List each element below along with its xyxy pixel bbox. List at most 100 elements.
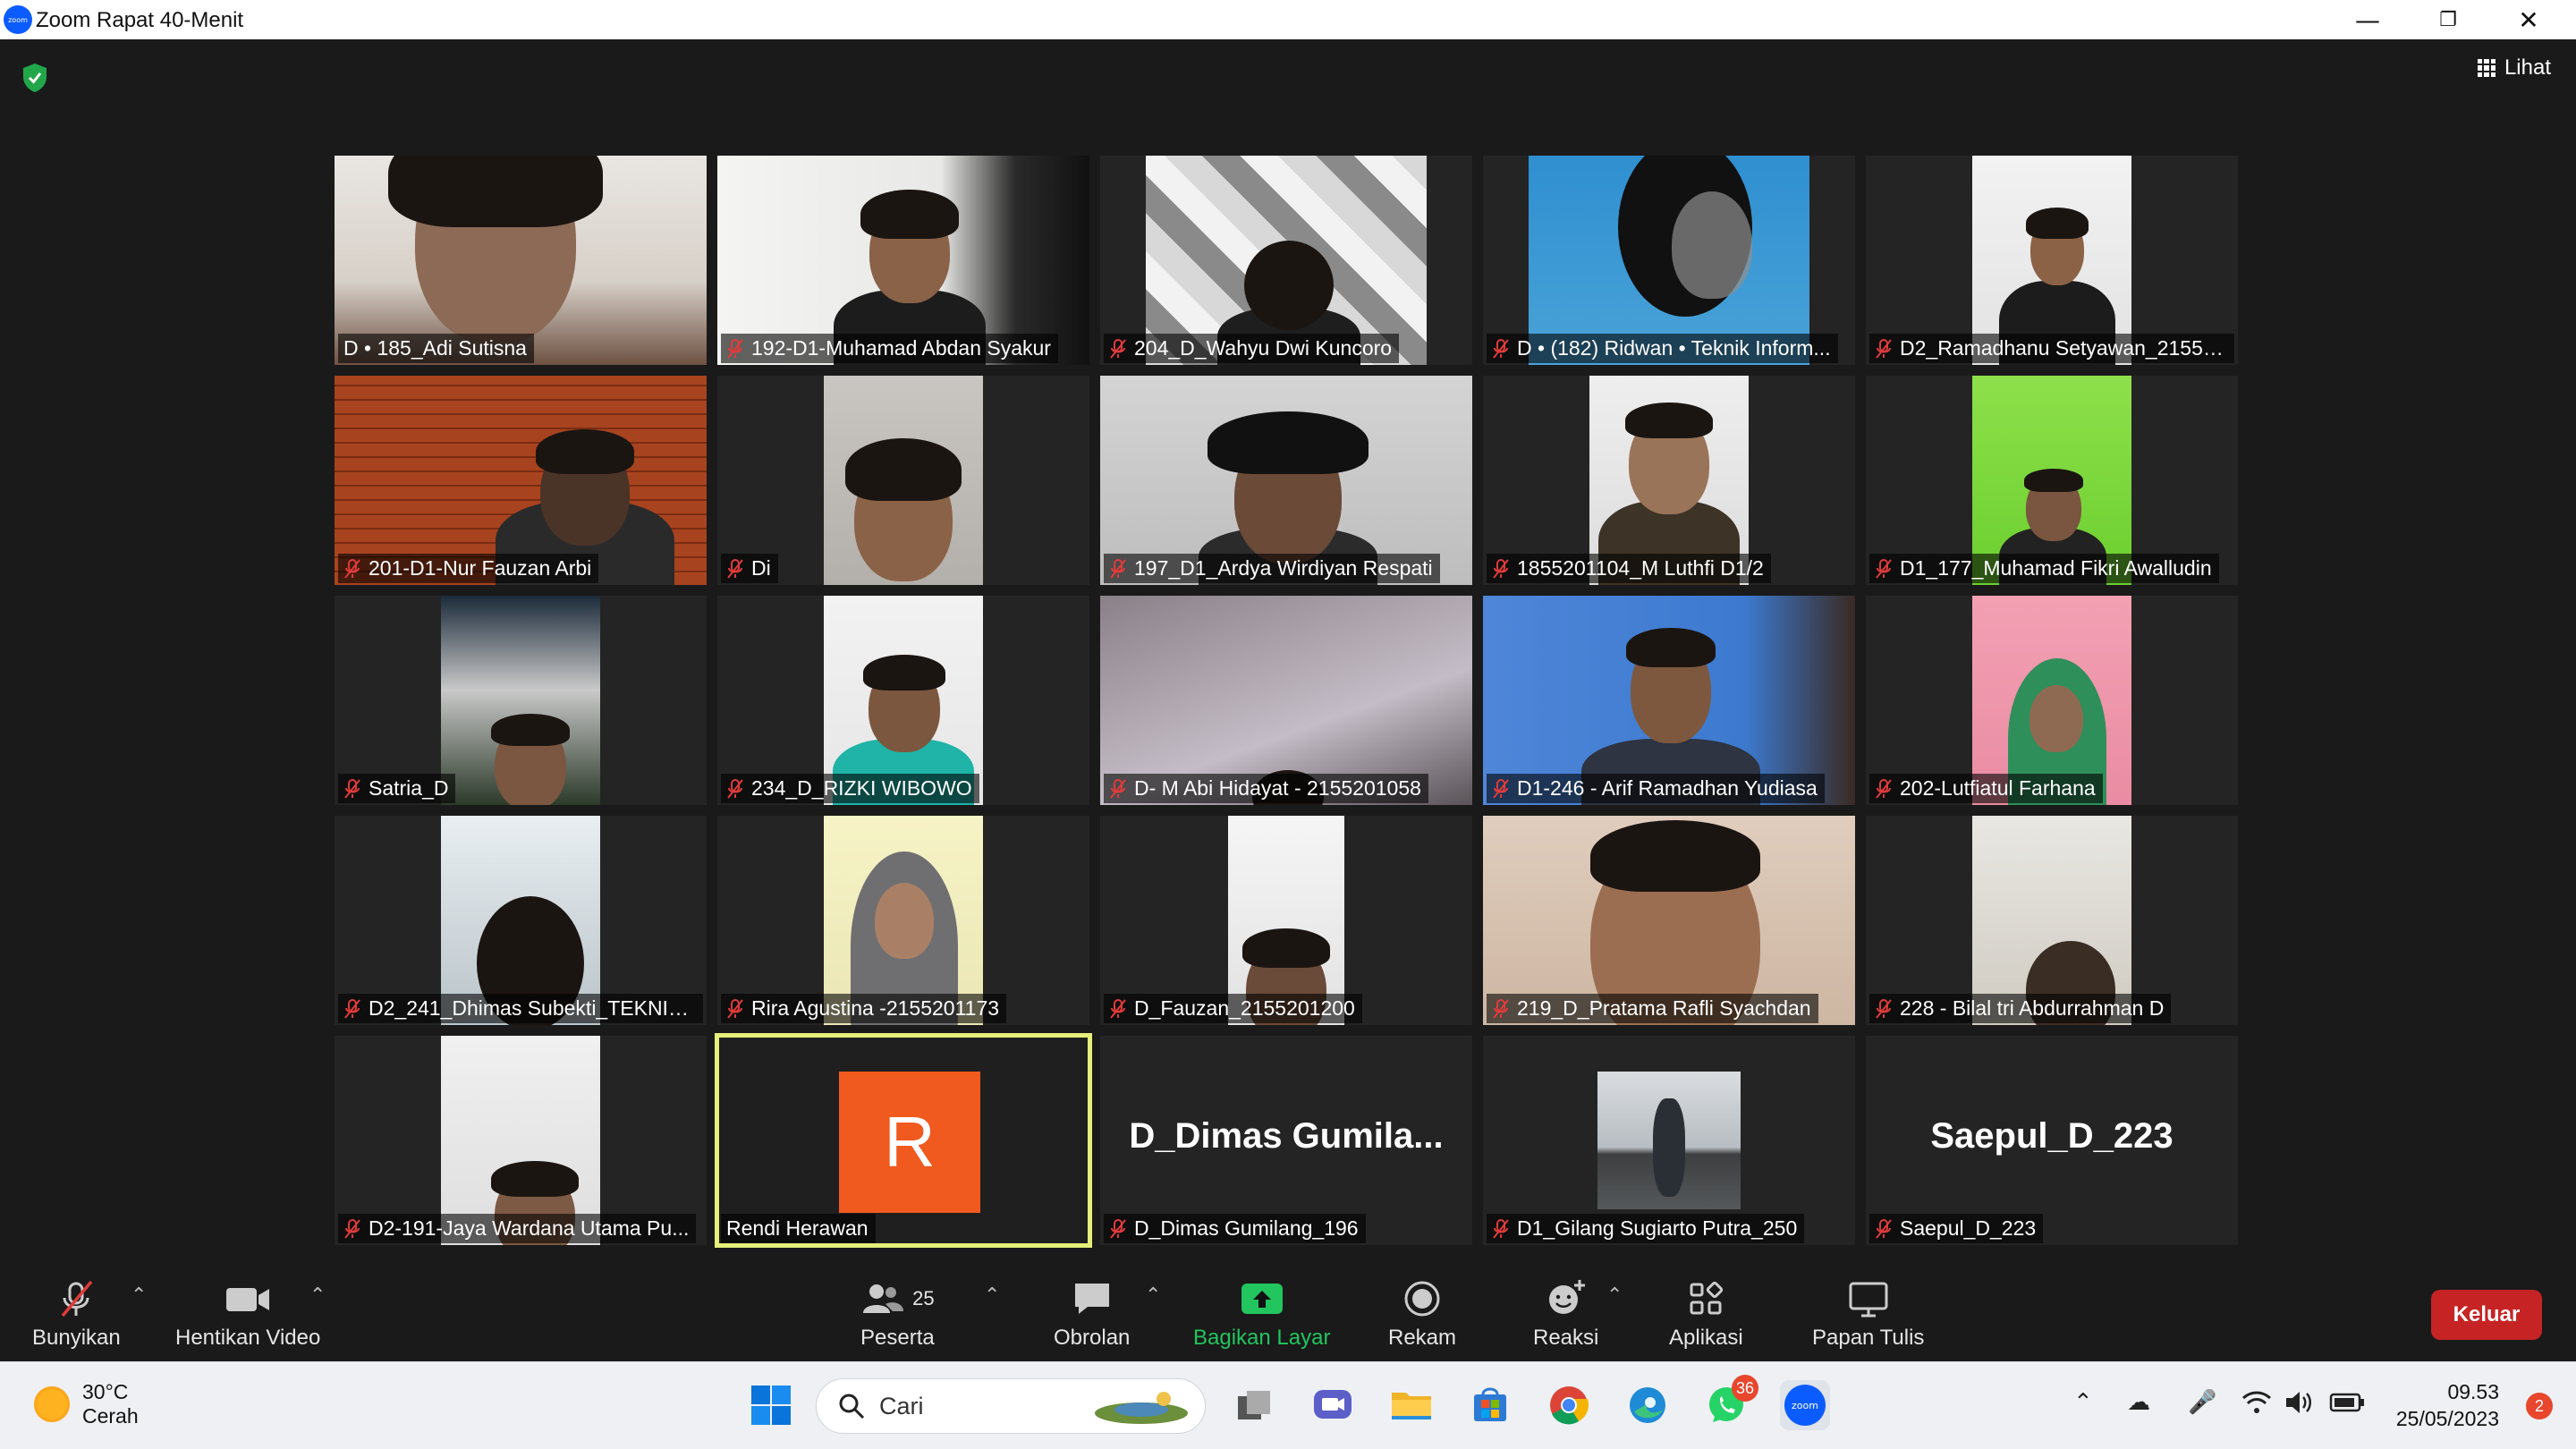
whatsapp-button[interactable]: 36 bbox=[1701, 1375, 1758, 1430]
participant-tile[interactable]: Rira Agustina -2155201173 bbox=[717, 816, 1089, 1025]
participant-name: D- M Abi Hidayat - 2155201058 bbox=[1134, 776, 1421, 800]
participant-nameplate: D • 185_Adi Sutisna bbox=[338, 334, 534, 363]
participant-name: D2_Ramadhanu Setyawan_21552... bbox=[1900, 336, 2227, 360]
chat-options-chevron-icon[interactable]: ⌃ bbox=[1145, 1284, 1161, 1307]
muted-mic-icon bbox=[727, 338, 743, 359]
folder-icon bbox=[1392, 1393, 1431, 1419]
system-clock[interactable]: 09.53 25/05/2023 bbox=[2396, 1378, 2499, 1432]
participant-tile[interactable]: 1855201104_M Luthfi D1/2 bbox=[1483, 376, 1855, 585]
microsoft-store-button[interactable] bbox=[1465, 1380, 1515, 1430]
record-button[interactable]: Rekam bbox=[1388, 1274, 1456, 1351]
participant-tile[interactable]: D- M Abi Hidayat - 2155201058 bbox=[1100, 596, 1472, 805]
participant-tile[interactable]: Saepul_D_223 Saepul_D_223 bbox=[1866, 1036, 2238, 1245]
participant-name: 197_D1_Ardya Wirdiyan Respati bbox=[1134, 556, 1433, 580]
chrome-icon bbox=[1550, 1386, 1589, 1425]
participant-tile[interactable]: D1_177_Muhamad Fikri Awalludin bbox=[1866, 376, 2238, 585]
windows-taskbar: 30°C Cerah Cari 36 zoom ⌃ ☁ 🎤 09.53 25/0… bbox=[0, 1361, 2576, 1449]
search-highlight-icon bbox=[1095, 1392, 1188, 1424]
audio-options-chevron-icon[interactable]: ⌃ bbox=[131, 1284, 147, 1307]
participant-tile[interactable]: D • (182) Ridwan • Teknik Inform... bbox=[1483, 156, 1855, 365]
file-explorer-button[interactable] bbox=[1386, 1380, 1436, 1430]
reactions-button[interactable]: Reaksi bbox=[1533, 1274, 1598, 1351]
minimize-icon[interactable]: — bbox=[2327, 0, 2408, 39]
wifi-icon[interactable] bbox=[2241, 1389, 2272, 1422]
taskbar-search[interactable]: Cari bbox=[816, 1378, 1206, 1434]
muted-mic-icon bbox=[1493, 338, 1509, 359]
participant-tile[interactable]: 228 - Bilal tri Abdurrahman D bbox=[1866, 816, 2238, 1025]
participant-tile[interactable]: D2_241_Dhimas Subekti_TEKNIK ... bbox=[335, 816, 707, 1025]
unmute-button[interactable]: Bunyikan bbox=[32, 1274, 121, 1351]
participant-nameplate: Rendi Herawan bbox=[721, 1214, 876, 1243]
zoom-icon: zoom bbox=[1784, 1385, 1826, 1426]
participant-tile[interactable]: D1_Gilang Sugiarto Putra_250 bbox=[1483, 1036, 1855, 1245]
chrome-button[interactable] bbox=[1544, 1380, 1594, 1430]
muted-mic-icon bbox=[1110, 1218, 1126, 1239]
participant-tile[interactable]: D1-246 - Arif Ramadhan Yudiasa bbox=[1483, 596, 1855, 805]
active-speaker-tile[interactable]: R Rendi Herawan bbox=[715, 1033, 1092, 1248]
participant-name: D1-246 - Arif Ramadhan Yudiasa bbox=[1517, 776, 1818, 800]
leave-button[interactable]: Keluar bbox=[2431, 1290, 2542, 1340]
participant-tile[interactable]: 234_D_RIZKI WIBOWO bbox=[717, 596, 1089, 805]
stop-video-button[interactable]: Hentikan Video bbox=[175, 1274, 320, 1351]
weather-widget[interactable]: 30°C Cerah bbox=[34, 1380, 139, 1428]
edge-button[interactable] bbox=[1623, 1380, 1673, 1430]
participant-tile[interactable]: D2_Ramadhanu Setyawan_21552... bbox=[1866, 156, 2238, 365]
record-label: Rekam bbox=[1388, 1326, 1457, 1350]
participant-tile[interactable]: Di bbox=[717, 376, 1089, 585]
encryption-shield-icon[interactable] bbox=[21, 63, 48, 93]
participant-nameplate: 1855201104_M Luthfi D1/2 bbox=[1487, 554, 1771, 583]
muted-mic-icon bbox=[1493, 998, 1509, 1019]
reactions-options-chevron-icon[interactable]: ⌃ bbox=[1606, 1284, 1623, 1307]
avatar: R bbox=[839, 1072, 980, 1213]
chat-label: Obrolan bbox=[1054, 1326, 1131, 1350]
participant-tile[interactable]: 204_D_Wahyu Dwi Kuncoro bbox=[1100, 156, 1472, 365]
close-icon[interactable]: ✕ bbox=[2488, 0, 2569, 39]
participant-tile[interactable]: Satria_D bbox=[335, 596, 707, 805]
apps-button[interactable]: Aplikasi bbox=[1669, 1274, 1743, 1351]
participant-tile[interactable]: 201-D1-Nur Fauzan Arbi bbox=[335, 376, 707, 585]
participant-tile[interactable]: 192-D1-Muhamad Abdan Syakur bbox=[717, 156, 1089, 365]
whiteboard-button[interactable]: Papan Tulis bbox=[1812, 1274, 1924, 1351]
participant-tile[interactable]: D2-191-Jaya Wardana Utama Pu... bbox=[335, 1036, 707, 1245]
teams-chat-button[interactable] bbox=[1308, 1380, 1358, 1430]
participant-nameplate: D1-246 - Arif Ramadhan Yudiasa bbox=[1487, 774, 1825, 803]
muted-mic-icon bbox=[727, 778, 743, 799]
unmute-label: Bunyikan bbox=[32, 1326, 121, 1350]
chat-button[interactable]: Obrolan bbox=[1054, 1274, 1130, 1351]
smiley-plus-icon bbox=[1548, 1280, 1585, 1314]
participant-display-name: D_Dimas Gumila... bbox=[1129, 1116, 1444, 1156]
participants-icon bbox=[863, 1284, 904, 1313]
meeting-area: Lihat D • 185_Adi Sutisna 192-D1-Muhamad… bbox=[0, 39, 2576, 1265]
video-camera-icon bbox=[226, 1288, 270, 1311]
speaker-icon[interactable] bbox=[2284, 1389, 2313, 1422]
participant-video bbox=[441, 596, 600, 805]
participants-button[interactable]: 25 Peserta bbox=[860, 1274, 935, 1351]
participant-tile[interactable]: D • 185_Adi Sutisna bbox=[335, 156, 707, 365]
video-options-chevron-icon[interactable]: ⌃ bbox=[309, 1284, 326, 1307]
reactions-label: Reaksi bbox=[1533, 1326, 1599, 1350]
participants-options-chevron-icon[interactable]: ⌃ bbox=[984, 1284, 1000, 1307]
participant-nameplate: Saepul_D_223 bbox=[1869, 1214, 2044, 1243]
participant-tile[interactable]: D_Fauzan_2155201200 bbox=[1100, 816, 1472, 1025]
participant-tile[interactable]: 202-Lutfiatul Farhana bbox=[1866, 596, 2238, 805]
sun-icon bbox=[34, 1386, 70, 1422]
participant-tile[interactable]: D_Dimas Gumila... D_Dimas Gumilang_196 bbox=[1100, 1036, 1472, 1245]
notification-badge[interactable]: 2 bbox=[2526, 1393, 2553, 1419]
microphone-icon[interactable]: 🎤 bbox=[2188, 1389, 2216, 1416]
participant-tile[interactable]: 197_D1_Ardya Wirdiyan Respati bbox=[1100, 376, 1472, 585]
battery-icon[interactable] bbox=[2329, 1389, 2365, 1420]
task-view-button[interactable] bbox=[1229, 1380, 1279, 1430]
participant-name: D2-191-Jaya Wardana Utama Pu... bbox=[369, 1216, 690, 1240]
view-button[interactable]: Lihat bbox=[2477, 55, 2551, 80]
share-screen-button[interactable]: Bagikan Layar bbox=[1193, 1274, 1330, 1351]
participant-nameplate: Rira Agustina -2155201173 bbox=[721, 994, 1007, 1023]
participant-nameplate: 201-D1-Nur Fauzan Arbi bbox=[338, 554, 599, 583]
start-button[interactable] bbox=[746, 1380, 796, 1430]
onedrive-cloud-icon[interactable]: ☁ bbox=[2127, 1389, 2150, 1416]
participant-nameplate: D_Dimas Gumilang_196 bbox=[1104, 1214, 1366, 1243]
show-hidden-icons-chevron-icon[interactable]: ⌃ bbox=[2073, 1389, 2093, 1416]
weather-temperature: 30°C bbox=[82, 1380, 129, 1403]
zoom-taskbar-button[interactable]: zoom bbox=[1780, 1380, 1830, 1430]
participant-tile[interactable]: 219_D_Pratama Rafli Syachdan bbox=[1483, 816, 1855, 1025]
restore-icon[interactable]: ❐ bbox=[2408, 0, 2488, 39]
